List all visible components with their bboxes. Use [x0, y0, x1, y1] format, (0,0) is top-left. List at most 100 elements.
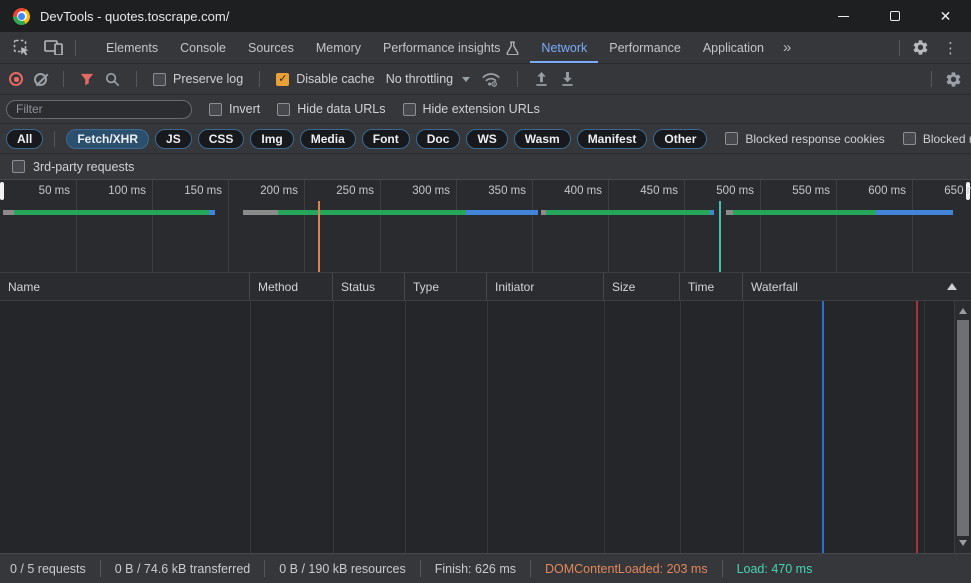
chip-js[interactable]: JS — [155, 129, 192, 149]
chip-font[interactable]: Font — [362, 129, 410, 149]
device-toolbar-button[interactable] — [37, 32, 70, 63]
tab-performance[interactable]: Performance — [598, 32, 692, 63]
minimize-button[interactable] — [818, 0, 869, 32]
chip-fetch-xhr[interactable]: Fetch/XHR — [66, 129, 149, 149]
chip-manifest[interactable]: Manifest — [577, 129, 648, 149]
divider — [420, 560, 421, 577]
hide-extension-urls-checkbox[interactable] — [403, 103, 416, 116]
blocked-cookies-control: Blocked response cookies — [725, 132, 884, 146]
window-controls: ✕ — [818, 0, 971, 32]
preserve-log-control: Preserve log — [153, 72, 243, 86]
maximize-button[interactable] — [869, 0, 920, 32]
third-party-checkbox[interactable] — [12, 160, 25, 173]
minimize-icon — [838, 16, 849, 17]
chip-img[interactable]: Img — [250, 129, 293, 149]
clear-network-log-button[interactable] — [34, 73, 47, 86]
filter-toggle-button[interactable] — [80, 73, 94, 86]
hide-extension-urls-control: Hide extension URLs — [403, 102, 540, 116]
load-time: Load: 470 ms — [737, 562, 813, 576]
request-table-header: Name Method Status Type Initiator Size T… — [0, 273, 971, 301]
column-divider — [405, 301, 406, 553]
tab-network[interactable]: Network — [530, 32, 598, 63]
disable-cache-checkbox[interactable] — [276, 73, 289, 86]
network-conditions-button[interactable] — [481, 72, 501, 87]
more-tabs-button[interactable]: » — [775, 32, 799, 63]
scrollbar-thumb[interactable] — [957, 320, 969, 536]
network-status-bar: 0 / 5 requests 0 B / 74.6 kB transferred… — [0, 553, 971, 583]
tab-sources[interactable]: Sources — [237, 32, 305, 63]
hide-data-urls-control: Hide data URLs — [277, 102, 385, 116]
customize-devtools-button[interactable]: ⋮ — [936, 32, 965, 63]
column-header-type[interactable]: Type — [405, 273, 487, 300]
network-settings-button[interactable] — [945, 71, 962, 88]
transferred-size: 0 B / 74.6 kB transferred — [115, 562, 251, 576]
chip-wasm[interactable]: Wasm — [514, 129, 571, 149]
invert-checkbox[interactable] — [209, 103, 222, 116]
column-header-time[interactable]: Time — [680, 273, 743, 300]
import-har-button[interactable] — [534, 71, 549, 87]
vertical-scrollbar[interactable] — [954, 301, 971, 553]
request-table-body[interactable] — [0, 301, 971, 553]
export-har-button[interactable] — [560, 71, 575, 87]
divider — [931, 71, 932, 87]
finish-time: Finish: 626 ms — [435, 562, 516, 576]
tab-application[interactable]: Application — [692, 32, 775, 63]
scroll-up-icon[interactable] — [959, 308, 967, 314]
preserve-log-label: Preserve log — [173, 72, 243, 86]
blocked-requests-checkbox[interactable] — [903, 132, 916, 145]
more-options-icon: ⋮ — [943, 39, 958, 57]
chip-all[interactable]: All — [6, 129, 43, 149]
filter-input[interactable] — [6, 100, 192, 119]
chip-css[interactable]: CSS — [198, 129, 245, 149]
disable-cache-control: Disable cache — [276, 72, 375, 86]
requests-count: 0 / 5 requests — [10, 562, 86, 576]
divider — [899, 40, 900, 56]
divider — [530, 560, 531, 577]
scroll-down-icon[interactable] — [959, 540, 967, 546]
blocked-cookies-label: Blocked response cookies — [745, 132, 884, 146]
chip-media[interactable]: Media — [300, 129, 356, 149]
blocked-requests-label: Blocked requests — [923, 132, 971, 146]
column-header-method[interactable]: Method — [250, 273, 333, 300]
download-icon — [560, 71, 575, 87]
column-header-name[interactable]: Name — [0, 273, 250, 300]
close-icon: ✕ — [940, 9, 952, 23]
tab-memory[interactable]: Memory — [305, 32, 372, 63]
hide-data-urls-checkbox[interactable] — [277, 103, 290, 116]
column-divider — [250, 301, 251, 553]
tab-console[interactable]: Console — [169, 32, 237, 63]
column-header-waterfall[interactable]: Waterfall — [743, 273, 971, 300]
column-header-size[interactable]: Size — [604, 273, 680, 300]
column-divider — [487, 301, 488, 553]
invert-control: Invert — [209, 102, 260, 116]
chip-ws[interactable]: WS — [466, 129, 507, 149]
chip-other[interactable]: Other — [653, 129, 707, 149]
panel-tabs: Elements Console Sources Memory Performa… — [95, 32, 799, 63]
waterfall-end-divider — [924, 301, 925, 553]
chrome-logo-icon — [13, 8, 30, 25]
tabbar-right-controls: ⋮ — [894, 32, 965, 63]
hide-extension-urls-label: Hide extension URLs — [423, 102, 540, 116]
search-button[interactable] — [105, 72, 120, 87]
throttling-select[interactable]: No throttling — [386, 72, 470, 86]
tab-performance-insights[interactable]: Performance insights — [372, 32, 530, 63]
inspect-element-button[interactable] — [6, 32, 37, 63]
record-network-log-button[interactable] — [9, 72, 23, 86]
divider — [63, 71, 64, 87]
third-party-label: 3rd-party requests — [33, 160, 134, 174]
tab-elements[interactable]: Elements — [95, 32, 169, 63]
gear-icon — [945, 71, 962, 88]
chip-doc[interactable]: Doc — [416, 129, 461, 149]
device-toolbar-icon — [44, 40, 63, 55]
settings-button[interactable] — [905, 32, 936, 63]
more-tabs-icon: » — [783, 39, 791, 56]
waterfall-load-line — [916, 301, 918, 553]
upload-icon — [534, 71, 549, 87]
experiment-flask-icon — [506, 41, 519, 55]
close-button[interactable]: ✕ — [920, 0, 971, 32]
preserve-log-checkbox[interactable] — [153, 73, 166, 86]
column-header-initiator[interactable]: Initiator — [487, 273, 604, 300]
column-header-status[interactable]: Status — [333, 273, 405, 300]
overview-track[interactable]: 50 ms100 ms150 ms200 ms250 ms300 ms350 m… — [0, 180, 971, 273]
blocked-cookies-checkbox[interactable] — [725, 132, 738, 145]
